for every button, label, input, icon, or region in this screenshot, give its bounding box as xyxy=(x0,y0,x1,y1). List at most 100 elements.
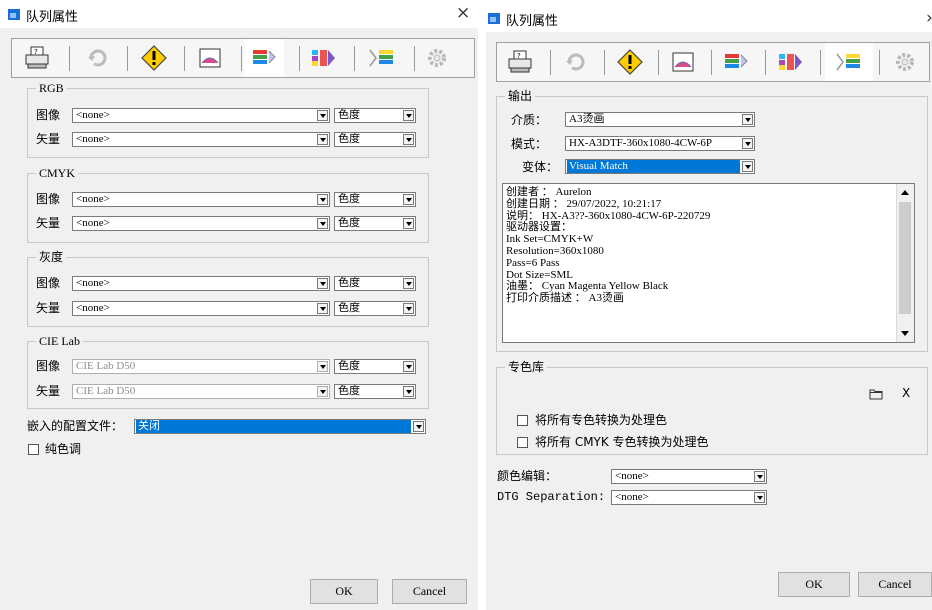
vector-label: 矢量 xyxy=(36,384,61,398)
chevron-down-icon xyxy=(403,386,414,397)
scroll-up-button[interactable] xyxy=(898,185,912,200)
scroll-thumb[interactable] xyxy=(899,202,911,314)
info-line: Pass=6 Pass xyxy=(506,256,560,269)
rgb-vector-select[interactable]: <none> xyxy=(72,132,330,147)
gray-vector-mode-select[interactable]: 色度 xyxy=(334,301,416,316)
rgb-vector-mode-select[interactable]: 色度 xyxy=(334,132,416,147)
media-icon xyxy=(672,52,694,72)
color-edit-select[interactable]: <none> xyxy=(611,469,767,484)
tab-separator xyxy=(354,46,355,71)
tab-color-separation[interactable] xyxy=(304,39,344,77)
cielab-vector-select[interactable]: CIE Lab D50 xyxy=(72,384,330,399)
color-tail-icon xyxy=(836,53,860,71)
group-legend: 专色库 xyxy=(505,360,548,374)
media-info-textbox[interactable]: 创建者 ： Aurelon 创建日期 ： 29/07/2022, 10:21:17… xyxy=(502,183,915,343)
tab-warning[interactable] xyxy=(610,43,650,81)
tab-color-separation[interactable] xyxy=(771,43,811,81)
dtg-separation-select[interactable]: <none> xyxy=(611,490,767,505)
dtg-separation-label: DTG Separation: xyxy=(497,490,606,504)
warning-icon xyxy=(141,45,167,71)
tab-color-tail[interactable] xyxy=(825,43,873,81)
image-label: 图像 xyxy=(36,108,61,122)
right-dialog: 队列属性 › ? xyxy=(486,0,932,610)
gray-image-select[interactable]: <none> xyxy=(72,276,330,291)
left-dialog: 队列属性 × ? RGB 图像 <none> 色度 矢量 <none> 色度 C… xyxy=(0,0,478,610)
info-line: 创建日期 ： 29/07/2022, 10:21:17 xyxy=(506,197,662,210)
chevron-down-icon xyxy=(403,278,414,289)
tab-settings[interactable] xyxy=(885,43,925,81)
title-bar: 队列属性 › xyxy=(486,0,932,32)
pure-tone-checkbox[interactable] xyxy=(28,444,39,455)
cmyk-image-select[interactable]: <none> xyxy=(72,192,330,207)
close-button[interactable]: › xyxy=(926,8,932,28)
cielab-image-mode-select[interactable]: 色度 xyxy=(334,359,416,374)
color-separation-icon xyxy=(779,54,802,70)
convert-cmyk-spot-checkbox[interactable] xyxy=(517,437,528,448)
media-select[interactable]: A3烫画 xyxy=(565,112,755,127)
chevron-down-icon xyxy=(742,138,753,149)
tab-color-output[interactable] xyxy=(244,39,284,77)
chevron-down-icon xyxy=(403,110,414,121)
folder-icon[interactable] xyxy=(869,388,883,400)
group-legend: 灰度 xyxy=(36,250,67,264)
tab-printer[interactable]: ? xyxy=(500,43,540,81)
cmyk-vector-select[interactable]: <none> xyxy=(72,216,330,231)
tab-warning[interactable] xyxy=(134,39,174,77)
gray-vector-select[interactable]: <none> xyxy=(72,301,330,316)
window-title: 队列属性 xyxy=(506,14,559,29)
media-icon xyxy=(199,48,221,68)
gray-image-mode-select[interactable]: 色度 xyxy=(334,276,416,291)
tab-separator xyxy=(765,50,766,75)
convert-all-spot-label: 将所有专色转换为处理色 xyxy=(535,413,668,427)
tab-media[interactable] xyxy=(663,43,703,81)
cielab-image-select[interactable]: CIE Lab D50 xyxy=(72,359,330,374)
variant-select[interactable]: Visual Match xyxy=(565,159,755,174)
tab-rotate[interactable] xyxy=(77,39,117,77)
embed-profile-label: 嵌入的配置文件： xyxy=(27,419,124,433)
color-separation-icon xyxy=(312,50,335,66)
chevron-down-icon xyxy=(403,361,414,372)
printer-icon: ? xyxy=(25,46,49,69)
color-edit-label: 颜色编辑： xyxy=(497,469,558,483)
chevron-down-icon xyxy=(403,194,414,205)
tab-color-tail[interactable] xyxy=(362,39,402,77)
tab-printer[interactable]: ? xyxy=(17,39,57,77)
info-line: Resolution=360x1080 xyxy=(506,244,604,257)
ok-button[interactable]: OK xyxy=(310,579,378,604)
cmyk-image-mode-select[interactable]: 色度 xyxy=(334,192,416,207)
tab-separator xyxy=(550,50,551,75)
spot-library-group: 专色库 X 将所有专色转换为处理色 将所有 CMYK 专色转换为处理色 xyxy=(496,360,928,455)
app-icon xyxy=(488,13,500,24)
chevron-down-icon xyxy=(742,161,753,172)
cancel-button[interactable]: Cancel xyxy=(392,579,467,604)
warning-icon xyxy=(617,49,643,75)
pure-tone-label: 纯色调 xyxy=(45,442,82,456)
arrow-up-icon xyxy=(901,190,909,195)
media-info-text: 创建者 ： Aurelon 创建日期 ： 29/07/2022, 10:21:17… xyxy=(506,186,896,305)
ok-button[interactable]: OK xyxy=(778,572,850,597)
image-label: 图像 xyxy=(36,276,61,290)
convert-all-spot-checkbox[interactable] xyxy=(517,415,528,426)
vertical-scrollbar[interactable] xyxy=(896,184,914,342)
tab-settings[interactable] xyxy=(417,39,457,77)
group-legend: 输出 xyxy=(505,89,536,103)
tab-color-output[interactable] xyxy=(716,43,756,81)
chevron-down-icon xyxy=(754,471,765,482)
title-bar: 队列属性 × xyxy=(0,0,478,28)
color-output-icon xyxy=(725,54,748,68)
info-line: 打印介质描述 ： A3烫画 xyxy=(506,292,624,305)
cancel-button[interactable]: Cancel xyxy=(858,572,932,597)
embed-profile-select[interactable]: 关闭 xyxy=(134,419,426,434)
rgb-image-mode-select[interactable]: 色度 xyxy=(334,108,416,123)
mode-select[interactable]: HX-A3DTF-360x1080-4CW-6P xyxy=(565,136,755,151)
tab-media[interactable] xyxy=(190,39,230,77)
tab-rotate[interactable] xyxy=(555,43,595,81)
scroll-down-button[interactable] xyxy=(898,326,912,341)
tab-separator xyxy=(127,46,128,71)
cielab-vector-mode-select[interactable]: 色度 xyxy=(334,384,416,399)
rotate-icon xyxy=(566,53,585,71)
delete-button[interactable]: X xyxy=(902,386,910,400)
close-button[interactable]: × xyxy=(456,3,470,23)
rgb-image-select[interactable]: <none> xyxy=(72,108,330,123)
cmyk-vector-mode-select[interactable]: 色度 xyxy=(334,216,416,231)
